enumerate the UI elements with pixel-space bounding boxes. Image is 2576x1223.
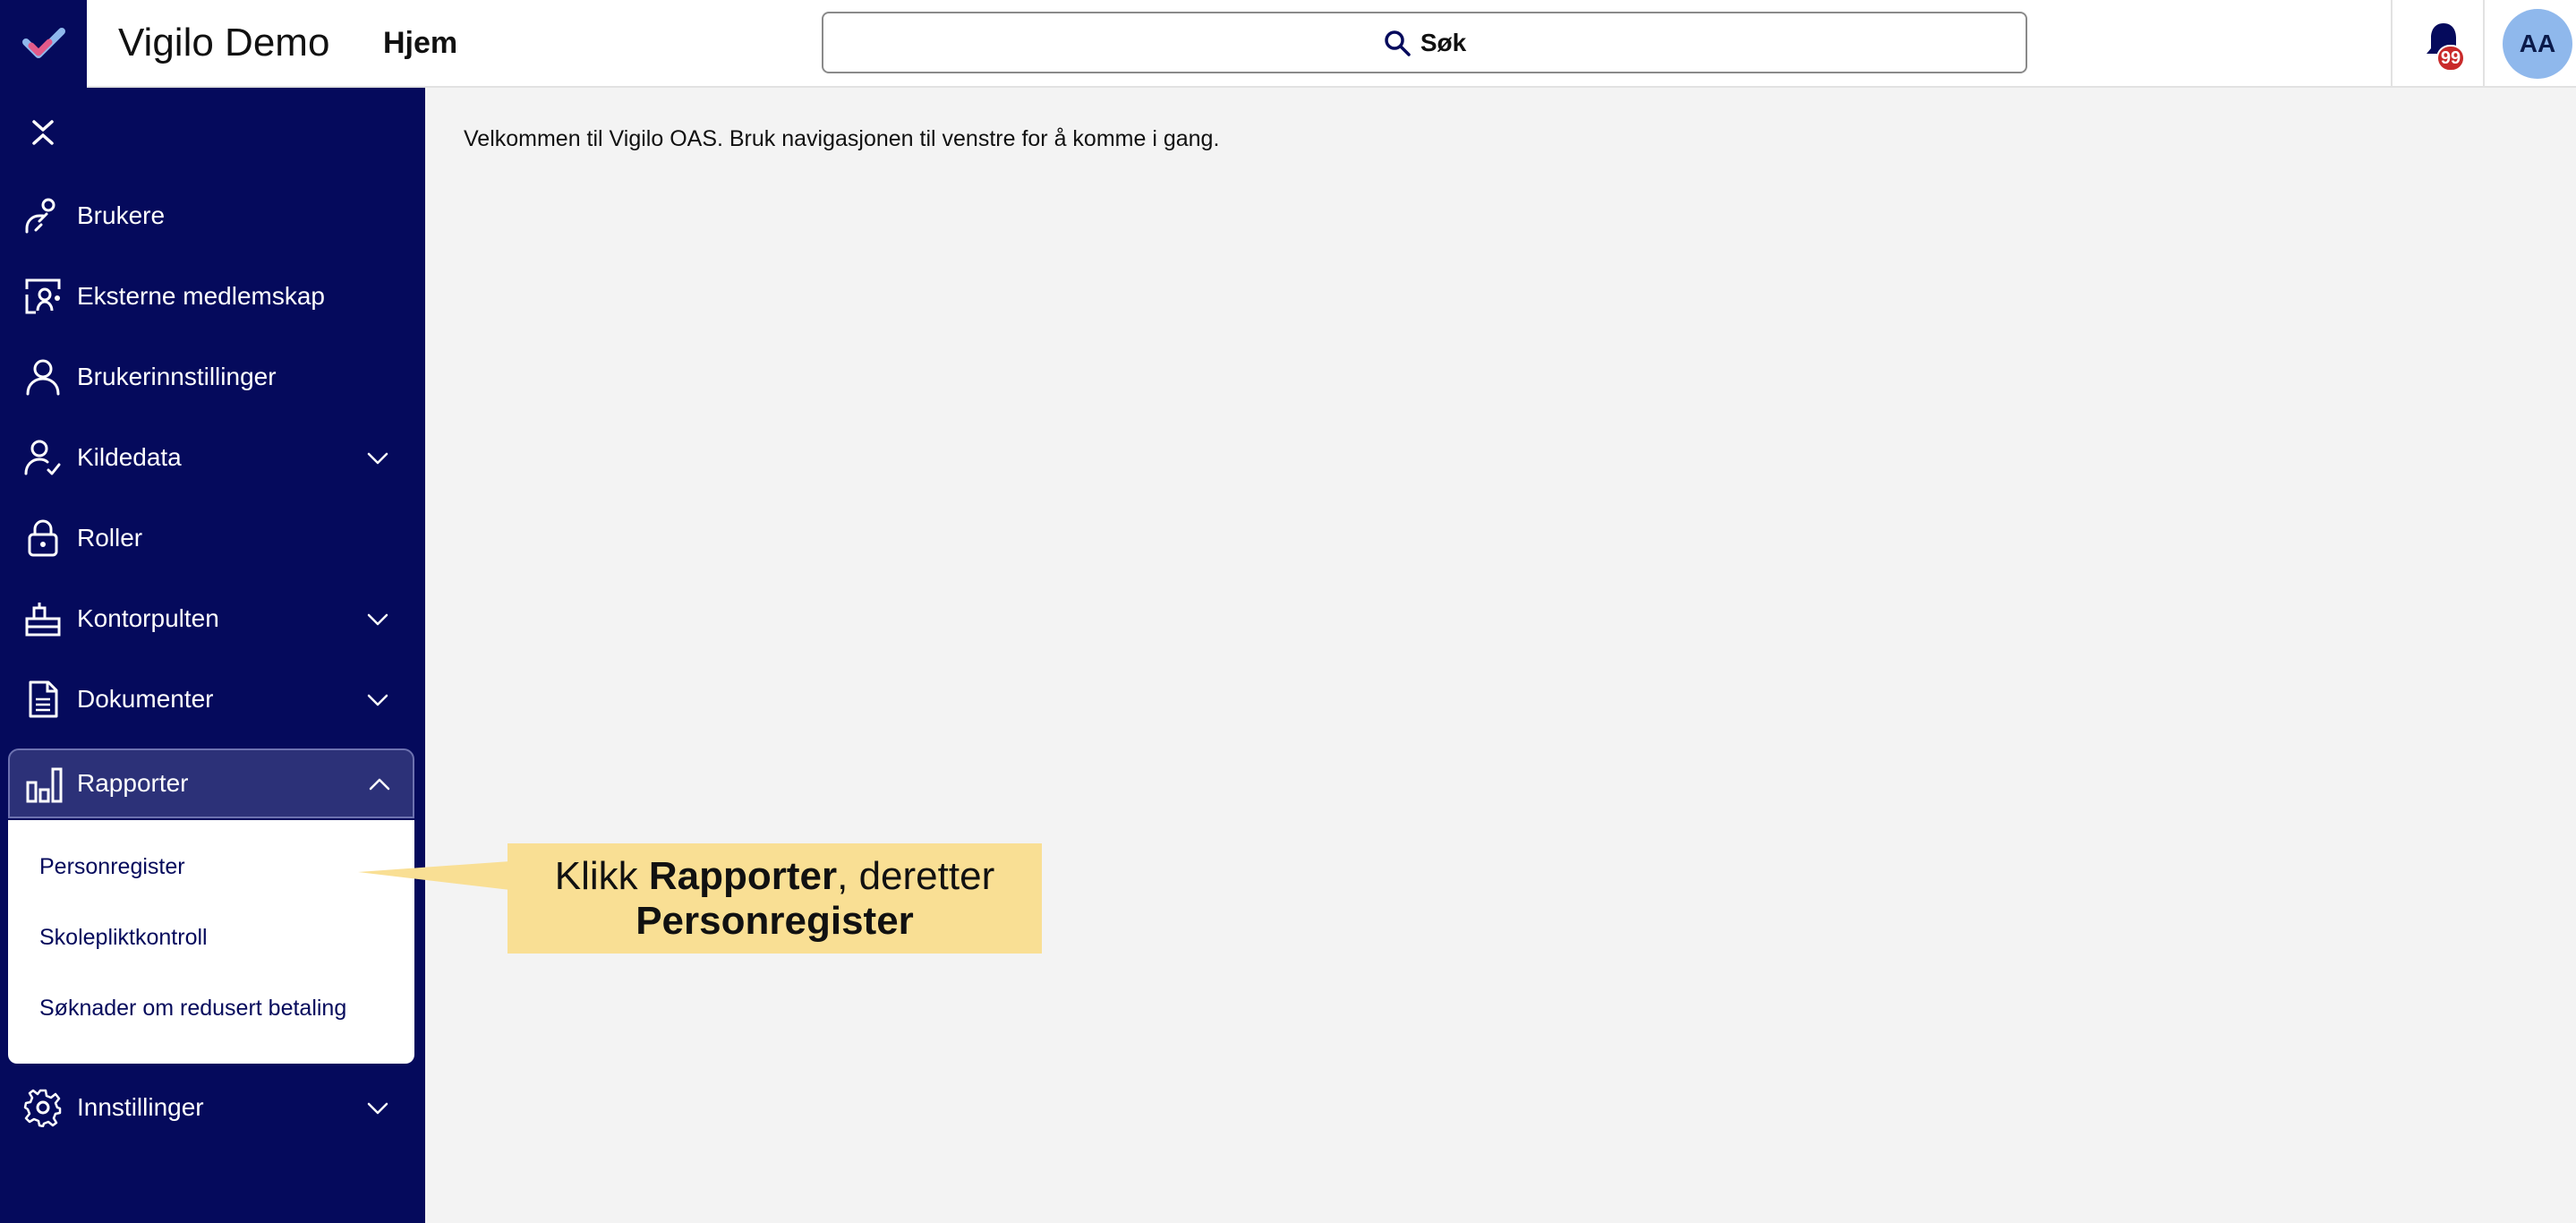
callout-bold-personregister: Personregister <box>635 898 914 943</box>
sidebar-item-label: Innstillinger <box>77 1093 204 1121</box>
chevron-down-icon <box>367 452 388 465</box>
sidebar-item-brukere[interactable]: Brukere <box>0 175 425 256</box>
chevron-down-icon <box>367 694 388 706</box>
sidebar-item-innstillinger[interactable]: Innstillinger <box>0 1067 425 1148</box>
submenu-item-soknader-redusert-betaling[interactable]: Søknader om redusert betaling <box>39 996 346 1022</box>
chevron-up-icon <box>369 778 390 791</box>
sidebar-item-kildedata[interactable]: Kildedata <box>0 417 425 498</box>
sidebar-item-label: Brukere <box>77 201 166 229</box>
user-check-icon <box>24 440 61 475</box>
gear-icon <box>23 1089 62 1127</box>
callout-prefix: Klikk <box>554 853 649 898</box>
sidebar-item-eksterne-medlemskap[interactable]: Eksterne medlemskap <box>0 256 425 337</box>
notification-badge: 99 <box>2436 45 2465 72</box>
sidebar-item-label: Eksterne medlemskap <box>77 282 326 310</box>
users-icon <box>25 198 55 234</box>
search-icon <box>1385 30 1411 56</box>
external-membership-icon <box>25 278 61 314</box>
callout-middle: , deretter <box>837 853 995 898</box>
user-icon <box>26 359 60 396</box>
collapse-icon[interactable] <box>25 115 61 150</box>
submenu-item-personregister[interactable]: Personregister <box>39 854 185 880</box>
sidebar-item-label: Kildedata <box>77 443 182 471</box>
sidebar-item-label: Kontorpulten <box>77 604 219 632</box>
app-title: Vigilo Demo <box>118 21 330 64</box>
callout-line-1: Klikk Rapporter, deretter <box>555 854 994 899</box>
page-title: Hjem <box>383 26 458 60</box>
logo[interactable] <box>0 0 87 88</box>
search-label: Søk <box>1420 28 1467 56</box>
vigilo-logo-icon <box>21 28 65 58</box>
sidebar-item-brukerinnstillinger[interactable]: Brukerinnstillinger <box>0 337 425 417</box>
callout-bold-rapporter: Rapporter <box>648 853 838 898</box>
submenu-item-skolepliktkontroll[interactable]: Skolepliktkontroll <box>39 925 208 951</box>
chevron-down-icon <box>367 1102 388 1115</box>
sidebar-item-label: Dokumenter <box>77 685 214 713</box>
top-bar: Vigilo Demo Hjem Søk 99 AA <box>0 0 2576 88</box>
sidebar-item-label: Roller <box>77 524 143 552</box>
callout-pointer <box>358 861 510 890</box>
header-divider <box>2483 0 2485 88</box>
sidebar-item-dokumenter[interactable]: Dokumenter <box>0 659 425 740</box>
welcome-text: Velkommen til Vigilo OAS. Bruk navigasjo… <box>464 126 1220 151</box>
sidebar-item-label: Brukerinnstillinger <box>77 363 277 390</box>
avatar[interactable]: AA <box>2503 9 2572 79</box>
rapporter-submenu: Personregister Skolepliktkontroll Søknad… <box>8 820 414 1064</box>
tutorial-callout: Klikk Rapporter, deretter Personregister <box>508 843 1042 954</box>
lock-icon <box>28 519 58 557</box>
sidebar-item-kontorpulten[interactable]: Kontorpulten <box>0 578 425 659</box>
desk-icon <box>25 603 61 637</box>
sidebar-item-label: Rapporter <box>77 769 189 797</box>
chevron-down-icon <box>367 613 388 626</box>
sidebar-item-roller[interactable]: Roller <box>0 498 425 578</box>
document-icon <box>29 680 58 718</box>
sidebar-item-rapporter[interactable]: Rapporter <box>8 748 414 818</box>
search-button[interactable]: Søk <box>822 12 2027 73</box>
bar-chart-icon <box>26 767 63 803</box>
header-divider <box>2391 0 2393 88</box>
